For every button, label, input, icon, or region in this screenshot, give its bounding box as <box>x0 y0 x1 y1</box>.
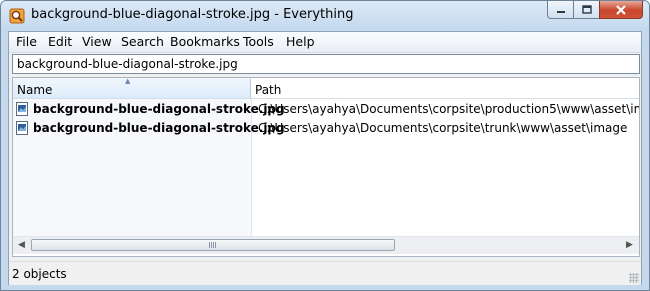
column-header-name-label: Name <box>17 83 53 97</box>
menu-view[interactable]: View <box>82 34 112 49</box>
menu-edit[interactable]: Edit <box>48 34 72 49</box>
maximize-icon <box>581 5 592 14</box>
menu-file[interactable]: File <box>16 34 37 49</box>
client-area: File Edit View Search Bookmarks Tools He… <box>8 31 642 285</box>
maximize-button[interactable] <box>573 1 599 19</box>
caption-buttons <box>547 1 643 21</box>
everything-app-icon <box>9 8 25 24</box>
scrollbar-thumb[interactable] <box>31 239 395 251</box>
sort-ascending-icon: ▲ <box>125 77 131 85</box>
scroll-right-icon[interactable]: ▶ <box>626 240 633 250</box>
jpg-file-icon <box>16 121 28 135</box>
column-header-path[interactable]: Path <box>251 78 639 99</box>
close-icon <box>616 4 626 15</box>
search-box <box>12 54 640 74</box>
results-list[interactable]: Name ▲ Path background-blue-diagonal-str… <box>12 77 640 257</box>
title-bar[interactable]: background-blue-diagonal-stroke.jpg - Ev… <box>1 1 649 31</box>
result-file-name: background-blue-diagonal-stroke.jpg <box>33 102 285 116</box>
minimize-icon <box>556 10 565 13</box>
menu-help[interactable]: Help <box>286 34 315 49</box>
menu-bar: File Edit View Search Bookmarks Tools He… <box>9 32 641 53</box>
result-file-name: background-blue-diagonal-stroke.jpg <box>33 121 285 135</box>
window-title: background-blue-diagonal-stroke.jpg - Ev… <box>31 7 354 22</box>
status-bar: 2 objects <box>9 261 641 285</box>
menu-tools[interactable]: Tools <box>243 34 274 49</box>
jpg-file-icon <box>16 102 28 116</box>
scrollbar-grip-icon <box>209 242 217 248</box>
column-header-path-label: Path <box>255 83 282 97</box>
result-row[interactable]: background-blue-diagonal-stroke.jpg C:\U… <box>13 119 639 138</box>
search-input[interactable] <box>13 55 639 73</box>
menu-search[interactable]: Search <box>121 34 164 49</box>
minimize-button[interactable] <box>547 1 573 19</box>
horizontal-scrollbar[interactable]: ◀ ▶ <box>13 236 639 254</box>
app-window: background-blue-diagonal-stroke.jpg - Ev… <box>0 0 650 291</box>
status-object-count: 2 objects <box>12 267 67 281</box>
menu-bookmarks[interactable]: Bookmarks <box>170 34 240 49</box>
column-header-name[interactable]: Name ▲ <box>13 78 251 99</box>
result-file-path: C:\Users\ayahya\Documents\corpsite\produ… <box>258 102 640 116</box>
result-row[interactable]: background-blue-diagonal-stroke.jpg C:\U… <box>13 100 639 119</box>
close-button[interactable] <box>599 1 643 19</box>
result-file-path: C:\Users\ayahya\Documents\corpsite\trunk… <box>258 121 628 135</box>
scroll-left-icon[interactable]: ◀ <box>18 240 25 250</box>
resize-grip-icon[interactable] <box>629 273 639 283</box>
